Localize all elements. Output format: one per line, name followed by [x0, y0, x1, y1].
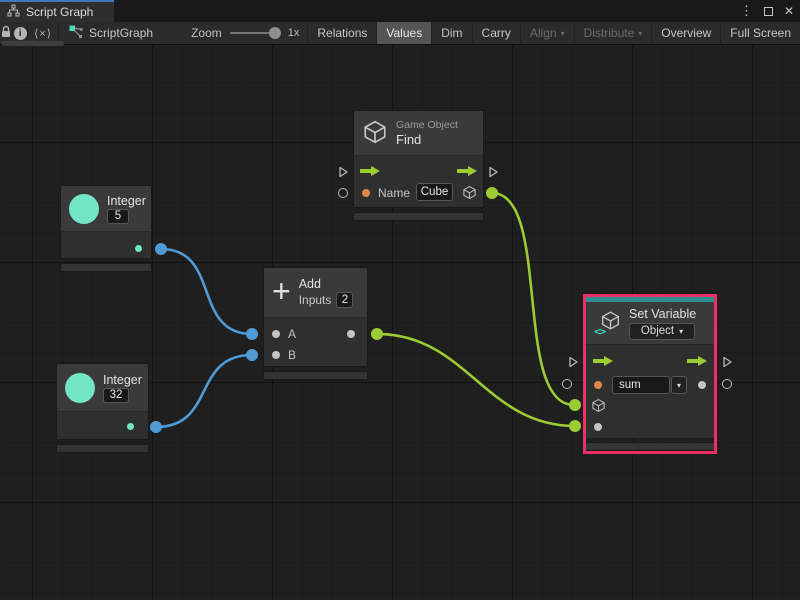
variable-name-field[interactable]: sum: [612, 376, 670, 394]
variable-scope-dropdown[interactable]: Object ▾: [629, 323, 695, 340]
variable-ring-port[interactable]: [562, 379, 572, 389]
relations-button[interactable]: Relations: [307, 22, 376, 44]
chevron-down-icon: ▾: [638, 29, 642, 38]
flow-in-triangle-port[interactable]: [337, 165, 349, 183]
variable-name-dropdown-button[interactable]: ▾: [671, 376, 687, 394]
zoom-label: Zoom: [167, 22, 230, 44]
graph-hierarchy-icon: [7, 4, 20, 20]
node-footer: [586, 442, 714, 451]
name-ring-port[interactable]: [338, 188, 348, 198]
node-title: Set Variable: [629, 307, 696, 321]
node-title: Integer: [103, 373, 142, 387]
input-b-port[interactable]: [272, 351, 280, 359]
graph-breadcrumb[interactable]: ScriptGraph: [59, 22, 167, 44]
graph-toolbar: i ⟨×⟩ ScriptGraph Zoom 1x Relations Valu…: [0, 22, 800, 45]
chevron-down-icon: ▾: [679, 327, 683, 336]
add-icon: +: [272, 275, 291, 307]
input-a-port[interactable]: [272, 330, 280, 338]
flow-out-triangle-port[interactable]: [721, 355, 733, 373]
wire-int5-to-add-a[interactable]: [161, 249, 252, 334]
values-button[interactable]: Values: [376, 22, 431, 44]
integer-value-field[interactable]: 5: [107, 209, 129, 224]
game-object-result-icon: [462, 185, 477, 203]
distribute-dropdown-button[interactable]: Distribute ▾: [574, 22, 652, 44]
canvas-h-scrollbar[interactable]: [2, 41, 64, 46]
set-variable-icon: <>: [594, 310, 621, 336]
fullscreen-button[interactable]: Full Screen: [720, 22, 800, 44]
info-icon: i: [14, 27, 27, 40]
name-label: Name: [378, 186, 410, 200]
node-footer: [60, 263, 152, 272]
name-input-port[interactable]: [362, 189, 370, 197]
game-object-icon: [362, 119, 388, 148]
carry-button[interactable]: Carry: [472, 22, 520, 44]
input-b-label: B: [288, 348, 296, 362]
integer-value-field[interactable]: 32: [103, 388, 129, 403]
toolbar-toggle-group: Relations Values Dim Carry Align ▾ Distr…: [307, 22, 800, 44]
input-a-label: A: [288, 327, 296, 341]
wire-int32-to-add-b[interactable]: [156, 355, 252, 427]
node-footer: [263, 371, 368, 380]
wire-add-to-setvar-value[interactable]: [377, 334, 575, 426]
node-title: Add: [299, 277, 354, 291]
variable-angle-glyph: <>: [594, 325, 605, 338]
node-title: Integer: [107, 194, 146, 208]
flow-out-triangle-port[interactable]: [487, 165, 499, 183]
graph-name-label: ScriptGraph: [89, 26, 153, 40]
dim-button[interactable]: Dim: [431, 22, 471, 44]
target-object-port-icon[interactable]: [591, 398, 606, 416]
chevron-down-icon: ▾: [561, 29, 565, 38]
chevron-down-icon: ▾: [677, 381, 681, 390]
zoom-slider[interactable]: [230, 32, 276, 34]
wire-find-to-setvar-object[interactable]: [492, 193, 575, 405]
integer-output-port[interactable]: [127, 423, 134, 430]
maximize-icon[interactable]: [764, 7, 773, 16]
flow-in-arrow-icon[interactable]: [592, 355, 614, 370]
code-icon: ⟨×⟩: [34, 27, 52, 40]
node-integer-bottom[interactable]: Integer 32: [56, 363, 149, 453]
node-set-variable[interactable]: <> Set Variable Object ▾ sum ▾: [583, 294, 717, 454]
integer-output-port[interactable]: [135, 245, 142, 252]
flow-out-arrow-icon[interactable]: [686, 355, 708, 370]
lock-icon: [0, 25, 12, 42]
node-integer-top[interactable]: Integer 5: [60, 185, 152, 272]
integer-literal-icon: [69, 194, 99, 224]
value-output-port[interactable]: [698, 381, 706, 389]
title-bar: Script Graph ⋮ ✕: [0, 0, 800, 22]
script-graph-icon: [69, 25, 83, 42]
flow-in-arrow-icon[interactable]: [359, 165, 381, 180]
value-input-port[interactable]: [594, 423, 602, 431]
node-add[interactable]: + Add Inputs 2 A B: [263, 267, 368, 380]
flow-in-triangle-port[interactable]: [567, 355, 579, 373]
close-icon[interactable]: ✕: [784, 4, 794, 18]
node-footer: [353, 212, 484, 221]
node-find[interactable]: Game Object Find Name Cube: [353, 110, 484, 221]
overview-button[interactable]: Overview: [651, 22, 720, 44]
tab-script-graph[interactable]: Script Graph: [0, 0, 114, 22]
node-title: Find: [396, 132, 458, 147]
inputs-count-field[interactable]: 2: [336, 292, 353, 308]
integer-literal-icon: [65, 373, 95, 403]
value-ring-port[interactable]: [722, 379, 732, 389]
node-category: Game Object: [396, 119, 458, 131]
graph-canvas[interactable]: Integer 5 Integer 32 + Add: [0, 45, 800, 600]
align-dropdown-button[interactable]: Align ▾: [520, 22, 574, 44]
zoom-slider-handle[interactable]: [269, 27, 281, 39]
name-value-field[interactable]: Cube: [416, 183, 453, 201]
flow-out-arrow-icon[interactable]: [456, 165, 478, 180]
node-footer: [56, 444, 149, 453]
tab-title: Script Graph: [26, 5, 93, 19]
window-menu-icon[interactable]: ⋮: [740, 3, 753, 19]
variable-name-port[interactable]: [594, 381, 602, 389]
inputs-label: Inputs: [299, 293, 332, 307]
sum-output-port[interactable]: [347, 330, 355, 338]
